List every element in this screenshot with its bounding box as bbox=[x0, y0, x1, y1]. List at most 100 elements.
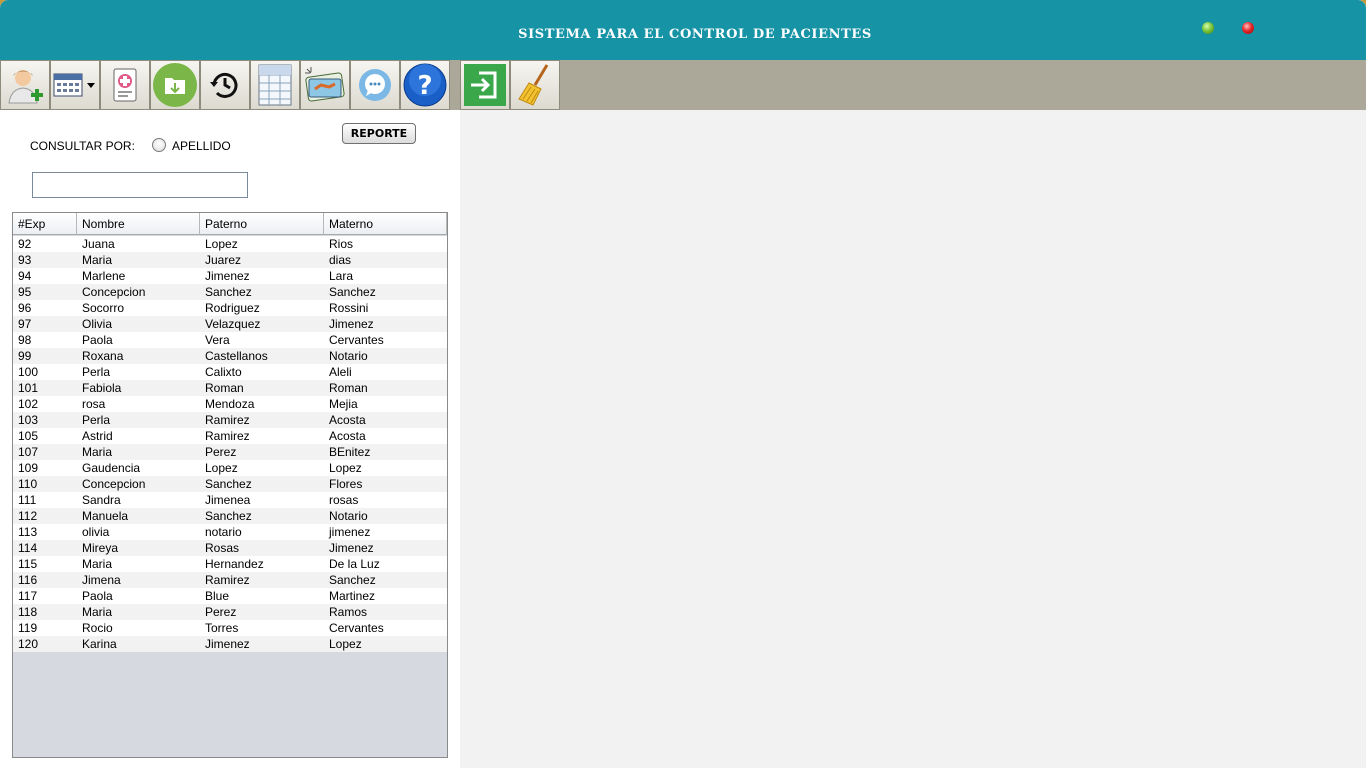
cell-materno: De la Luz bbox=[329, 557, 380, 571]
cell-exp: 114 bbox=[18, 541, 38, 555]
table-row[interactable]: 117 Paola Blue Martinez bbox=[13, 588, 447, 604]
cell-paterno: Perez bbox=[205, 605, 237, 619]
cell-materno: Jimenez bbox=[329, 317, 374, 331]
cell-nombre: Paola bbox=[82, 589, 113, 603]
table-header: #Exp Nombre Paterno Materno bbox=[13, 213, 447, 235]
table-row[interactable]: 115 Maria Hernandez De la Luz bbox=[13, 556, 447, 572]
column-header-exp[interactable]: #Exp bbox=[13, 213, 77, 235]
cell-nombre: Olivia bbox=[82, 317, 113, 331]
cell-paterno: Vera bbox=[205, 333, 230, 347]
column-header-paterno[interactable]: Paterno bbox=[200, 213, 324, 235]
table-row[interactable]: 113 olivia notario jimenez bbox=[13, 524, 447, 540]
cell-paterno: Sanchez bbox=[205, 285, 252, 299]
cell-nombre: rosa bbox=[82, 397, 106, 411]
title-bar[interactable]: SISTEMA PARA EL CONTROL DE PACIENTES bbox=[0, 0, 1366, 60]
help-button[interactable]: ? bbox=[400, 60, 450, 110]
table-row[interactable]: 96 Socorro Rodriguez Rossini bbox=[13, 300, 447, 316]
cell-exp: 112 bbox=[18, 509, 38, 523]
table-row[interactable]: 99 Roxana Castellanos Notario bbox=[13, 348, 447, 364]
cell-materno: rosas bbox=[329, 493, 359, 507]
add-patient-button[interactable] bbox=[0, 60, 50, 110]
table-row[interactable]: 119 Rocio Torres Cervantes bbox=[13, 620, 447, 636]
table-row[interactable]: 94 Marlene Jimenez Lara bbox=[13, 268, 447, 284]
table-row[interactable]: 100 Perla Calixto Aleli bbox=[13, 364, 447, 380]
chat-button[interactable] bbox=[350, 60, 400, 110]
cell-materno: BEnitez bbox=[329, 445, 371, 459]
cell-exp: 99 bbox=[18, 349, 32, 363]
table-row[interactable]: 110 Concepcion Sanchez Flores bbox=[13, 476, 447, 492]
cell-exp: 105 bbox=[18, 429, 39, 443]
payments-icon bbox=[305, 67, 345, 102]
history-button[interactable] bbox=[200, 60, 250, 110]
cell-nombre: Maria bbox=[82, 445, 113, 459]
cell-paterno: Rodriguez bbox=[205, 301, 260, 315]
cell-nombre: Jimena bbox=[82, 573, 121, 587]
exit-button[interactable] bbox=[460, 60, 510, 110]
table-row[interactable]: 95 Concepcion Sanchez Sanchez bbox=[13, 284, 447, 300]
cell-nombre: Astrid bbox=[82, 429, 113, 443]
surname-radio-label[interactable]: APELLIDO bbox=[172, 139, 231, 153]
column-header-materno[interactable]: Materno bbox=[324, 213, 447, 235]
table-row[interactable]: 118 Maria Perez Ramos bbox=[13, 604, 447, 620]
cell-paterno: Torres bbox=[205, 621, 239, 635]
table-row[interactable]: 103 Perla Ramirez Acosta bbox=[13, 412, 447, 428]
cell-materno: Acosta bbox=[329, 413, 366, 427]
clear-button[interactable] bbox=[510, 60, 560, 110]
cell-materno: Cervantes bbox=[329, 333, 384, 347]
cell-paterno: Hernandez bbox=[205, 557, 264, 571]
cell-nombre: Maria bbox=[82, 253, 113, 267]
cell-materno: Rossini bbox=[329, 301, 369, 315]
cell-materno: Sanchez bbox=[329, 573, 376, 587]
cell-paterno: Rosas bbox=[205, 541, 240, 555]
cell-materno: Ramos bbox=[329, 605, 368, 619]
cell-paterno: Calixto bbox=[205, 365, 242, 379]
cell-nombre: Maria bbox=[82, 605, 113, 619]
minimize-button[interactable] bbox=[1202, 22, 1214, 34]
table-row[interactable]: 107 Maria Perez BEnitez bbox=[13, 444, 447, 460]
cell-nombre: Gaudencia bbox=[82, 461, 141, 475]
table-row[interactable]: 101 Fabiola Roman Roman bbox=[13, 380, 447, 396]
table-row[interactable]: 109 Gaudencia Lopez Lopez bbox=[13, 460, 447, 476]
cell-nombre: Perla bbox=[82, 365, 111, 379]
cell-paterno: Jimenez bbox=[205, 637, 250, 651]
table-row[interactable]: 111 Sandra Jimenea rosas bbox=[13, 492, 447, 508]
history-icon bbox=[210, 72, 238, 98]
table-row[interactable]: 97 Olivia Velazquez Jimenez bbox=[13, 316, 447, 332]
cell-materno: Mejia bbox=[329, 397, 358, 411]
table-row[interactable]: 105 Astrid Ramirez Acosta bbox=[13, 428, 447, 444]
payments-button[interactable] bbox=[300, 60, 350, 110]
table-row[interactable]: 112 Manuela Sanchez Notario bbox=[13, 508, 447, 524]
cell-exp: 103 bbox=[18, 413, 39, 427]
search-input[interactable] bbox=[32, 172, 248, 198]
cell-materno: Lopez bbox=[329, 461, 362, 475]
cell-exp: 113 bbox=[18, 525, 38, 539]
close-button[interactable] bbox=[1242, 22, 1254, 34]
table-row[interactable]: 102 rosa Mendoza Mejia bbox=[13, 396, 447, 412]
cell-materno: Lopez bbox=[329, 637, 362, 651]
surname-radio[interactable] bbox=[152, 138, 166, 152]
download-button[interactable] bbox=[150, 60, 200, 110]
table-row[interactable]: 120 Karina Jimenez Lopez bbox=[13, 636, 447, 652]
cell-materno: Roman bbox=[329, 381, 368, 395]
table-row[interactable]: 98 Paola Vera Cervantes bbox=[13, 332, 447, 348]
content-panel bbox=[460, 110, 1366, 768]
column-header-nombre[interactable]: Nombre bbox=[77, 213, 200, 235]
cell-nombre: Roxana bbox=[82, 349, 124, 363]
table-row[interactable]: 114 Mireya Rosas Jimenez bbox=[13, 540, 447, 556]
cell-nombre: Fabiola bbox=[82, 381, 122, 395]
table-row[interactable]: 92 Juana Lopez Rios bbox=[13, 236, 447, 252]
cell-paterno: Ramirez bbox=[205, 573, 250, 587]
exit-icon bbox=[464, 64, 506, 106]
cell-exp: 100 bbox=[18, 365, 39, 379]
consult-by-label: CONSULTAR POR: bbox=[30, 139, 135, 153]
calendar-button[interactable] bbox=[50, 60, 100, 110]
spreadsheet-button[interactable] bbox=[250, 60, 300, 110]
cell-paterno: Roman bbox=[205, 381, 244, 395]
table-row[interactable]: 93 Maria Juarez dias bbox=[13, 252, 447, 268]
chat-icon bbox=[359, 69, 391, 101]
cell-exp: 101 bbox=[18, 381, 39, 395]
cell-exp: 118 bbox=[18, 605, 38, 619]
medical-record-button[interactable] bbox=[100, 60, 150, 110]
report-button[interactable]: REPORTE bbox=[342, 123, 416, 144]
table-row[interactable]: 116 Jimena Ramirez Sanchez bbox=[13, 572, 447, 588]
